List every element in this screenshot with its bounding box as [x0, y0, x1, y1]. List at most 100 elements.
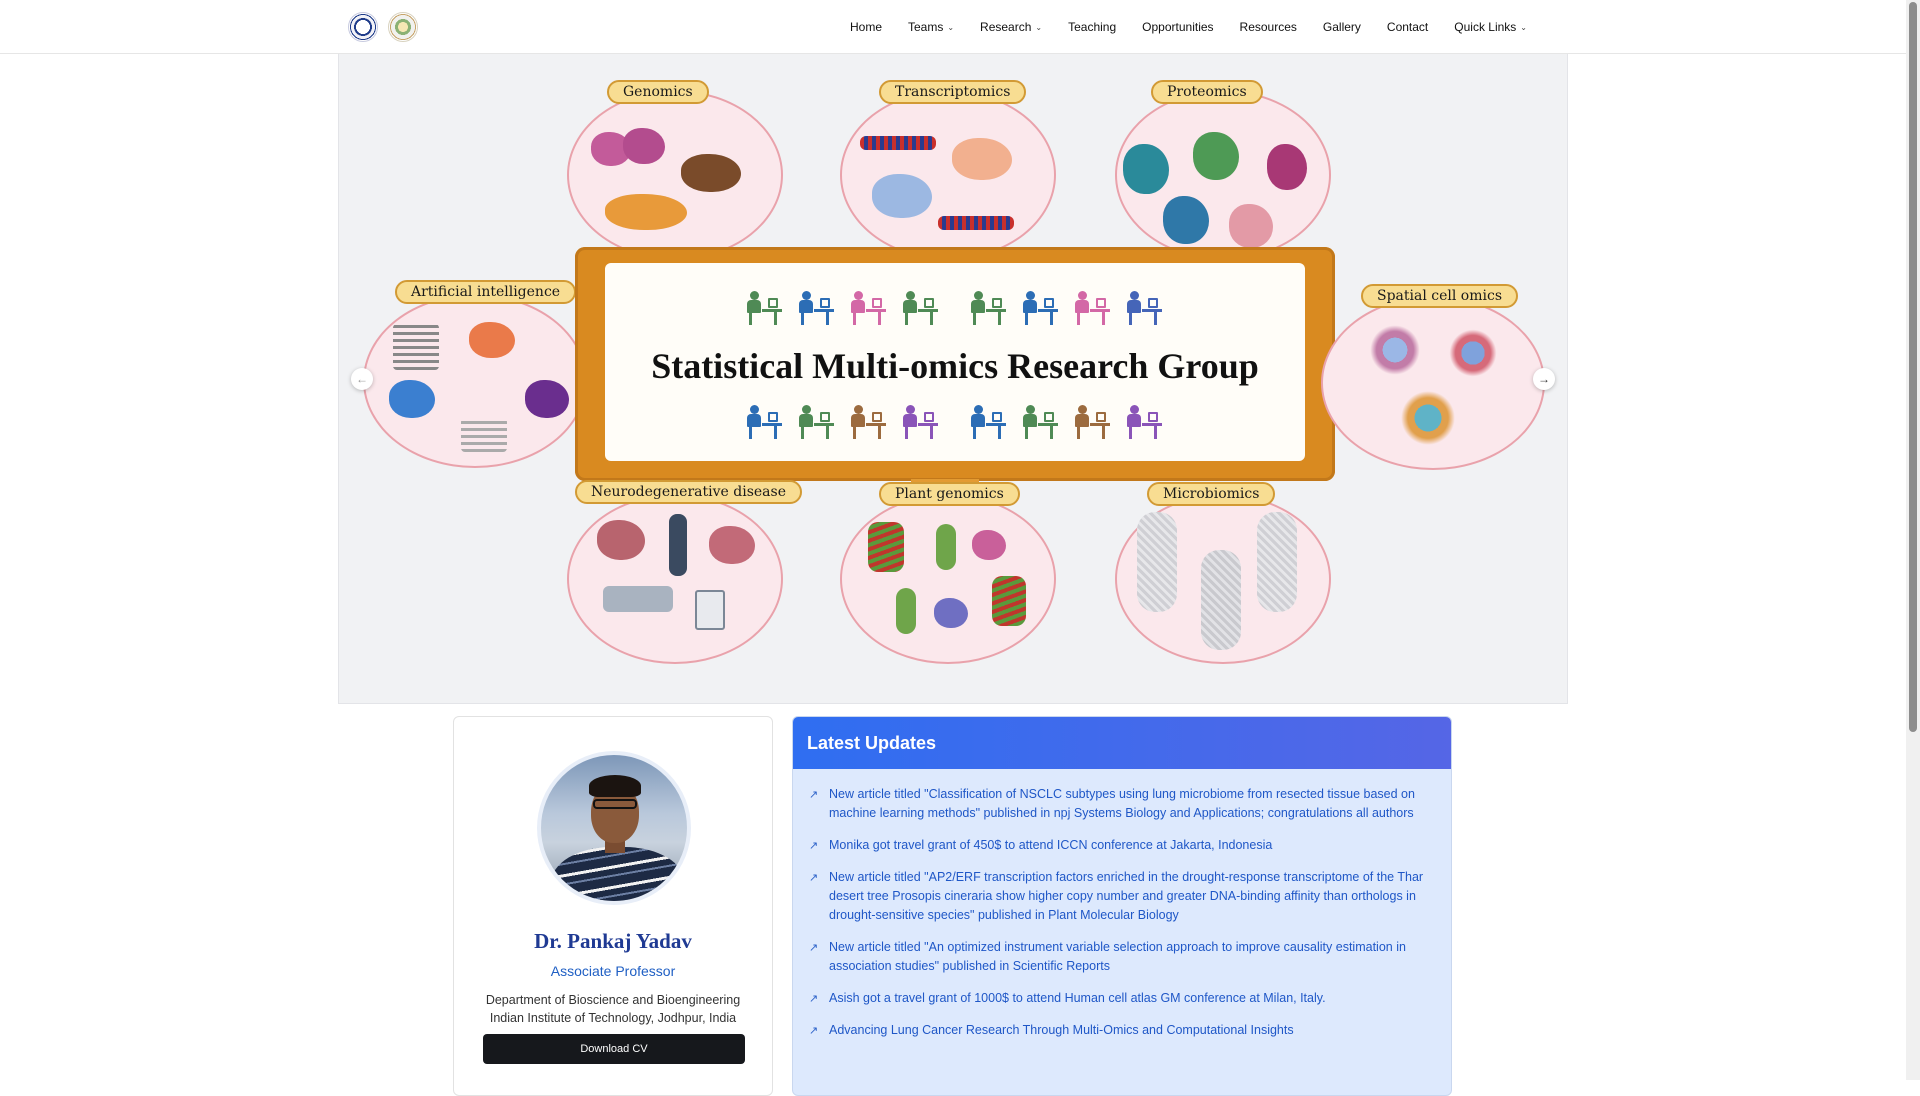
iit-logo[interactable]	[348, 12, 378, 42]
proteomics-tag: Proteomics	[1151, 80, 1263, 104]
carousel-next-arrow-icon[interactable]: →	[1533, 368, 1555, 390]
title-board: Statistical Multi-omics Research Group	[575, 247, 1335, 495]
matrix-icon	[461, 418, 507, 452]
spatial-tag: Spatial cell omics	[1361, 284, 1519, 308]
protein-icon	[1123, 144, 1169, 194]
people-icon	[623, 128, 665, 164]
update-item[interactable]: ↗ Advancing Lung Cancer Research Through …	[809, 1021, 1433, 1040]
scatter-plot-icon	[1443, 328, 1503, 378]
profile-name: Dr. Pankaj Yadav	[534, 929, 692, 953]
download-cv-button[interactable]: Download CV	[483, 1034, 745, 1064]
nav-research[interactable]: Research ⌄	[967, 20, 1055, 34]
human-body-icon	[1257, 512, 1297, 612]
people-icon	[681, 154, 741, 192]
chevron-down-icon: ⌄	[1520, 22, 1527, 32]
human-body-icon	[1137, 512, 1177, 612]
researcher-icon	[798, 403, 836, 439]
scrollbar-thumb[interactable]	[1909, 2, 1917, 732]
researcher-icon	[970, 403, 1008, 439]
protein-icon	[1163, 196, 1209, 244]
nav-teams[interactable]: Teams ⌄	[895, 20, 967, 34]
latest-updates-panel: Latest Updates ↗ New article titled "Clas…	[792, 716, 1452, 1096]
researcher-icon	[746, 289, 784, 325]
hero-title: Statistical Multi-omics Research Group	[651, 346, 1259, 386]
plant-icon	[896, 588, 916, 634]
transcriptomics-tag: Transcriptomics	[879, 80, 1027, 104]
brain-icon	[597, 520, 645, 560]
ai-bubble	[363, 294, 587, 468]
ribosome-icon	[872, 174, 932, 218]
update-item[interactable]: ↗ New article titled "AP2/ERF transcripti…	[809, 868, 1433, 925]
researcher-icon	[798, 289, 836, 325]
hospital-bed-icon	[603, 586, 673, 612]
nav-resources[interactable]: Resources	[1227, 20, 1310, 34]
researcher-icon	[1126, 289, 1164, 325]
microbiomics-bubble	[1115, 494, 1331, 664]
carousel-prev-arrow-icon[interactable]: ←	[351, 368, 373, 390]
researcher-icon	[850, 403, 888, 439]
protein-icon	[1267, 144, 1307, 190]
updates-list: ↗ New article titled "Classification of N…	[793, 769, 1451, 1040]
nav-gallery[interactable]: Gallery	[1310, 20, 1374, 34]
ribosome-icon	[952, 138, 1012, 180]
update-item[interactable]: ↗ Monika got travel grant of 450$ to atte…	[809, 836, 1433, 855]
dna-icon	[860, 136, 936, 150]
matrix-icon	[393, 324, 439, 370]
update-item[interactable]: ↗ New article titled "Classification of N…	[809, 785, 1433, 823]
genomics-bubble	[567, 90, 783, 260]
profile-photo	[537, 751, 691, 905]
brain-icon	[469, 322, 515, 358]
researcher-icon	[902, 403, 940, 439]
nav-home[interactable]: Home	[837, 20, 895, 34]
updates-heading: Latest Updates	[793, 717, 1451, 769]
brain-icon	[525, 380, 569, 418]
spatial-bubble	[1321, 296, 1545, 470]
workers-row-bottom	[605, 403, 1305, 439]
transcriptomics-bubble	[840, 90, 1056, 260]
chevron-down-icon: ⌄	[947, 22, 955, 32]
researcher-icon	[902, 289, 940, 325]
researcher-icon	[746, 403, 784, 439]
external-link-icon: ↗	[809, 942, 819, 954]
dna-icon	[938, 216, 1014, 230]
researcher-icon	[1022, 403, 1060, 439]
protein-icon	[934, 598, 968, 628]
scatter-plot-icon	[1363, 324, 1427, 376]
protein-icon	[1193, 132, 1239, 180]
page-scrollbar[interactable]	[1906, 0, 1920, 1080]
nav-quick-links[interactable]: Quick Links ⌄	[1441, 20, 1540, 34]
update-item[interactable]: ↗ New article titled "An optimized instru…	[809, 938, 1433, 976]
brain-icon	[709, 526, 755, 564]
nav-links: Home Teams ⌄ Research ⌄ Teaching Opportuni…	[837, 0, 1540, 54]
external-link-icon: ↗	[809, 840, 819, 852]
human-body-icon	[1201, 550, 1241, 650]
profile-institute: Indian Institute of Technology, Jodhpur,…	[489, 1011, 737, 1025]
clipboard-icon	[695, 590, 725, 630]
dna-plant-icon	[992, 576, 1026, 626]
researcher-icon	[1126, 403, 1164, 439]
genomics-tag: Genomics	[607, 80, 709, 104]
researcher-icon	[1022, 289, 1060, 325]
external-link-icon: ↗	[809, 993, 819, 1005]
brain-icon	[389, 380, 435, 418]
nav-contact[interactable]: Contact	[1374, 20, 1441, 34]
protein-icon	[1229, 204, 1273, 248]
plant-bubble	[840, 494, 1056, 664]
group-logo[interactable]	[388, 12, 418, 42]
nav-opportunities[interactable]: Opportunities	[1129, 20, 1226, 34]
plant-tag: Plant genomics	[879, 482, 1020, 506]
plant-icon	[936, 524, 956, 570]
proteomics-bubble	[1115, 90, 1331, 260]
researcher-icon	[1074, 403, 1112, 439]
hero-carousel: Genomics Transcriptomics Proteomics Arti…	[338, 54, 1568, 704]
update-item[interactable]: ↗ Asish got a travel grant of 1000$ to at…	[809, 989, 1433, 1008]
neuro-tag: Neurodegenerative disease	[575, 480, 802, 504]
external-link-icon: ↗	[809, 789, 819, 801]
ai-tag: Artificial intelligence	[395, 280, 577, 304]
chevron-down-icon: ⌄	[1035, 22, 1043, 32]
people-icon	[605, 194, 687, 230]
external-link-icon: ↗	[809, 1025, 819, 1037]
researcher-icon	[1074, 289, 1112, 325]
nav-teaching[interactable]: Teaching	[1055, 20, 1129, 34]
top-navbar: Home Teams ⌄ Research ⌄ Teaching Opportuni…	[0, 0, 1906, 54]
